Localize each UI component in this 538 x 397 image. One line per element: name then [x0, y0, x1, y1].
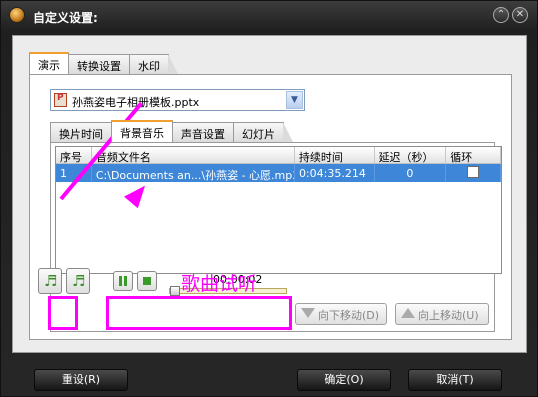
reset-button[interactable]: 重设(R) — [34, 369, 128, 391]
move-down-button[interactable]: 向下移动(D) — [295, 303, 387, 325]
col-header-loop[interactable]: 循环 — [446, 147, 502, 163]
pptx-file-icon — [54, 93, 67, 107]
row-delay: 0 — [375, 164, 447, 182]
tab-slide-timing[interactable]: 换片时间 — [50, 122, 112, 142]
move-up-button[interactable]: 向上移动(U) — [395, 303, 489, 325]
inner-tab-bar: 换片时间 背景音乐 声音设置 幻灯片 — [50, 120, 293, 144]
tab-watermark[interactable]: 水印 — [129, 54, 178, 74]
stop-icon — [143, 277, 151, 285]
music-add-icon: ♬ — [44, 272, 58, 290]
col-header-index[interactable]: 序号 — [56, 147, 92, 163]
arrow-down-icon — [301, 308, 315, 318]
player-highlight — [106, 296, 292, 330]
outer-tab-bar: 演示 转换设置 水印 — [29, 52, 178, 76]
titlebar: 自定义设置: ⌃ ✕ — [1, 1, 537, 31]
progress-thumb[interactable] — [170, 286, 181, 296]
window-title: 自定义设置: — [33, 11, 98, 25]
row-loop-cell — [446, 164, 502, 182]
minimize-button[interactable]: ⌃ — [493, 7, 509, 23]
tab-presentation[interactable]: 演示 — [29, 52, 69, 74]
tab-sound-settings[interactable]: 声音设置 — [172, 122, 234, 142]
list-header: 序号 音频文件名 持续时间 延迟（秒） 循环 — [56, 147, 502, 164]
move-down-label: 向下移动(D) — [318, 309, 380, 322]
close-button[interactable]: ✕ — [512, 7, 528, 23]
add-music-highlight — [48, 296, 78, 330]
file-select[interactable]: 孙燕姿电子相册模板.pptx ▼ — [50, 89, 305, 111]
pause-icon — [119, 276, 127, 286]
tab-conversion-settings[interactable]: 转换设置 — [68, 54, 130, 74]
music-list[interactable]: 序号 音频文件名 持续时间 延迟（秒） 循环 1 C:\Documents an… — [55, 146, 502, 274]
tab-background-music[interactable]: 背景音乐 — [111, 120, 173, 142]
remove-music-button[interactable]: ♬ — [66, 268, 90, 294]
row-duration: 0:04:35.214 — [295, 164, 375, 182]
dialog-window: 自定义设置: ⌃ ✕ 演示 转换设置 水印 孙燕姿电子相册模板.pptx ▼ 换… — [0, 0, 538, 397]
col-header-delay[interactable]: 延迟（秒） — [375, 147, 447, 163]
table-row[interactable]: 1 C:\Documents an...\孙燕姿 - 心愿.mp3 0:04:3… — [56, 164, 502, 182]
loop-checkbox[interactable] — [467, 166, 480, 178]
cancel-button[interactable]: 取消(T) — [408, 369, 502, 391]
app-icon — [9, 7, 25, 23]
col-header-duration[interactable]: 持续时间 — [295, 147, 375, 163]
move-up-label: 向上移动(U) — [418, 309, 479, 322]
annotation-label: 歌曲试听 — [181, 273, 258, 295]
arrow-up-icon — [401, 308, 415, 318]
music-remove-icon: ♬ — [72, 272, 86, 290]
chevron-down-icon[interactable]: ▼ — [286, 91, 303, 109]
ok-button[interactable]: 确定(O) — [297, 369, 391, 391]
tab-slides[interactable]: 幻灯片 — [233, 122, 293, 142]
row-filename: C:\Documents an...\孙燕姿 - 心愿.mp3 — [92, 164, 295, 182]
stop-button[interactable] — [137, 271, 157, 291]
add-music-button[interactable]: ♬ — [38, 268, 62, 294]
pause-button[interactable] — [113, 271, 133, 291]
col-header-filename[interactable]: 音频文件名 — [92, 147, 295, 163]
